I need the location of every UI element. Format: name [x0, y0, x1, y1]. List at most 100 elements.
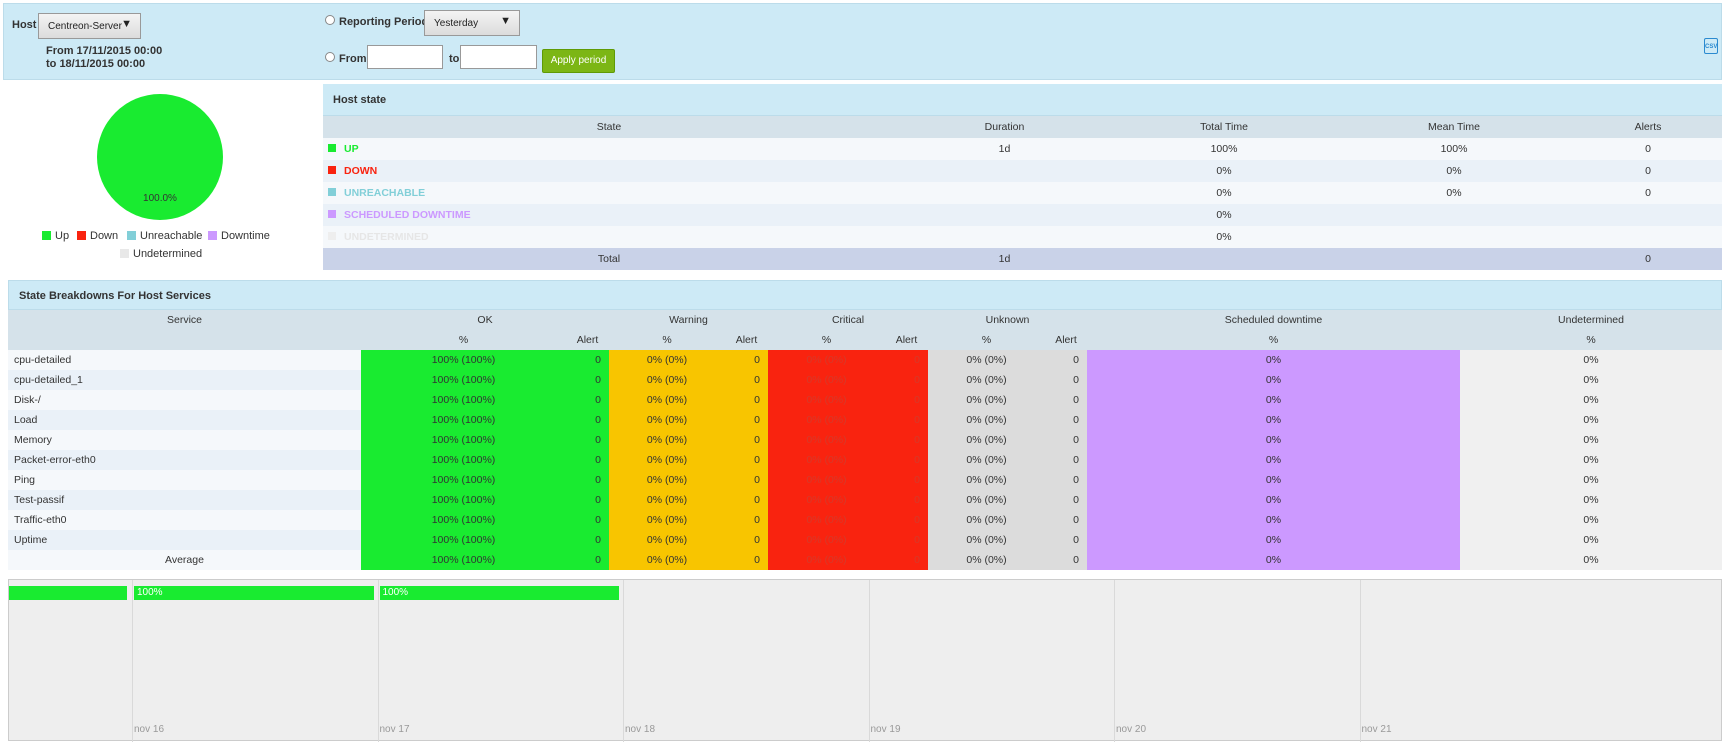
cr-alert-cell: 0 — [885, 530, 928, 550]
un-cell: 0% (0%) — [928, 350, 1045, 370]
alerts-cell: 0 — [1574, 160, 1722, 182]
mean-time-cell — [1334, 204, 1574, 226]
reporting-period-select[interactable]: Yesterday ▼ — [424, 10, 520, 36]
to-label: to — [449, 53, 460, 65]
un-alert-cell: 0 — [1045, 450, 1087, 470]
legend-label: Up — [55, 230, 70, 242]
ud-cell: 0% — [1460, 430, 1722, 450]
wa-alert-cell: 0 — [725, 470, 768, 490]
un-cell: 0% (0%) — [928, 490, 1045, 510]
service-name[interactable]: Ping — [8, 470, 361, 490]
service-name[interactable]: Load — [8, 410, 361, 430]
mean-time-cell: 0% — [1334, 160, 1574, 182]
cr-alert-cell: 0 — [885, 550, 928, 570]
table-row: UP 1d 100% 100% 0 — [323, 138, 1722, 160]
legend-label: Undetermined — [133, 248, 203, 260]
wa-alert-cell: 0 — [725, 490, 768, 510]
service-name[interactable]: Traffic-eth0 — [8, 510, 361, 530]
ok-alert-cell: 0 — [566, 370, 609, 390]
ud-cell: 0% — [1460, 470, 1722, 490]
alerts-cell — [1574, 226, 1722, 248]
custom-period-radio[interactable] — [325, 52, 335, 62]
total-label: Total — [323, 248, 895, 270]
wa-alert-cell: 0 — [725, 510, 768, 530]
ok-alert-cell: 0 — [566, 350, 609, 370]
un-alert-cell: 0 — [1045, 390, 1087, 410]
state-cell: UNREACHABLE — [323, 182, 895, 204]
duration-cell — [895, 204, 1114, 226]
sd-cell: 0% — [1087, 530, 1460, 550]
legend-label: Unreachable — [140, 230, 203, 242]
ok-alert-cell: 0 — [566, 390, 609, 410]
ok-alert-cell: 0 — [566, 530, 609, 550]
table-row: UNREACHABLE 0% 0% 0 — [323, 182, 1722, 204]
service-name[interactable]: Uptime — [8, 530, 361, 550]
sd-cell: 0% — [1087, 470, 1460, 490]
ok-cell: 100% (100%) — [361, 530, 566, 550]
state-label: UP — [344, 143, 359, 155]
host-state-table: State Duration Total Time Mean Time Aler… — [323, 116, 1722, 270]
service-name[interactable]: Test-passif — [8, 490, 361, 510]
duration-cell — [895, 182, 1114, 204]
state-swatch — [328, 188, 336, 196]
pie-legend-down: Down — [77, 230, 118, 242]
state-cell: UP — [323, 138, 895, 160]
timeline-day-label: nov 18 — [625, 724, 656, 735]
timeline-availability-bar: 100% — [134, 586, 374, 600]
ok-alert-cell: 0 — [566, 550, 609, 570]
timeline-day-divider — [868, 580, 870, 742]
state-label: UNDETERMINED — [344, 231, 429, 243]
service-name[interactable]: cpu-detailed_1 — [8, 370, 361, 390]
ok-alert-cell: 0 — [566, 470, 609, 490]
legend-swatch — [208, 231, 217, 240]
table-row: Packet-error-eth0 100% (100%) 0 0% (0%) 0 0% … — [8, 450, 1722, 470]
sd-cell: 0% — [1087, 550, 1460, 570]
service-name[interactable]: Memory — [8, 430, 361, 450]
un-alert-cell: 0 — [1045, 350, 1087, 370]
host-select-value: Centreon-Server — [48, 21, 122, 32]
reporting-period-radio[interactable] — [325, 15, 335, 25]
alerts-cell — [1574, 204, 1722, 226]
state-label: UNREACHABLE — [344, 187, 426, 199]
table-row: Ping 100% (100%) 0 0% (0%) 0 0% (0%) 0 0% (0%) 0… — [8, 470, 1722, 490]
sd-cell: 0% — [1087, 350, 1460, 370]
wa-alert-cell: 0 — [725, 550, 768, 570]
sd-cell: 0% — [1087, 430, 1460, 450]
ok-cell: 100% (100%) — [361, 490, 566, 510]
wa-cell: 0% (0%) — [609, 390, 725, 410]
pie-legend-downtime: Downtime — [208, 230, 270, 242]
total-empty — [1334, 248, 1574, 270]
pie-legend-undetermined: Undetermined — [120, 248, 202, 260]
mean-time-cell: 100% — [1334, 138, 1574, 160]
csv-export-icon[interactable]: CSV — [1704, 38, 1718, 54]
total-time-cell: 0% — [1114, 204, 1334, 226]
service-name[interactable]: cpu-detailed — [8, 350, 361, 370]
wa-cell: 0% (0%) — [609, 510, 725, 530]
table-header-row: State Duration Total Time Mean Time Aler… — [323, 116, 1722, 138]
state-label: SCHEDULED DOWNTIME — [344, 209, 471, 221]
cr-alert-cell: 0 — [885, 410, 928, 430]
cr-alert-cell: 0 — [885, 430, 928, 450]
pie-legend-up: Up — [42, 230, 69, 242]
sub-pct: % — [609, 330, 725, 350]
state-swatch — [328, 144, 336, 152]
service-name[interactable]: Disk-/ — [8, 390, 361, 410]
state-cell: DOWN — [323, 160, 895, 182]
pie-legend-unreachable: Unreachable — [127, 230, 202, 242]
sub-pct: % — [1087, 330, 1460, 350]
service-name[interactable]: Packet-error-eth0 — [8, 450, 361, 470]
un-cell: 0% (0%) — [928, 370, 1045, 390]
legend-swatch — [127, 231, 136, 240]
from-date-input[interactable] — [367, 45, 443, 69]
period-to-text: to 18/11/2015 00:00 — [46, 58, 146, 70]
un-alert-cell: 0 — [1045, 530, 1087, 550]
cr-cell: 0% (0%) — [768, 410, 885, 430]
cr-alert-cell: 0 — [885, 490, 928, 510]
to-date-input[interactable] — [460, 45, 537, 69]
wa-cell: 0% (0%) — [609, 490, 725, 510]
host-select[interactable]: Centreon-Server ▼ — [38, 13, 141, 39]
apply-period-button[interactable]: Apply period — [542, 49, 615, 73]
average-row: Average 100% (100%) 0 0% (0%) 0 0% (0%) 0 0% (0… — [8, 550, 1722, 570]
table-row: Memory 100% (100%) 0 0% (0%) 0 0% (0%) 0 0% (0%… — [8, 430, 1722, 450]
un-alert-cell: 0 — [1045, 430, 1087, 450]
